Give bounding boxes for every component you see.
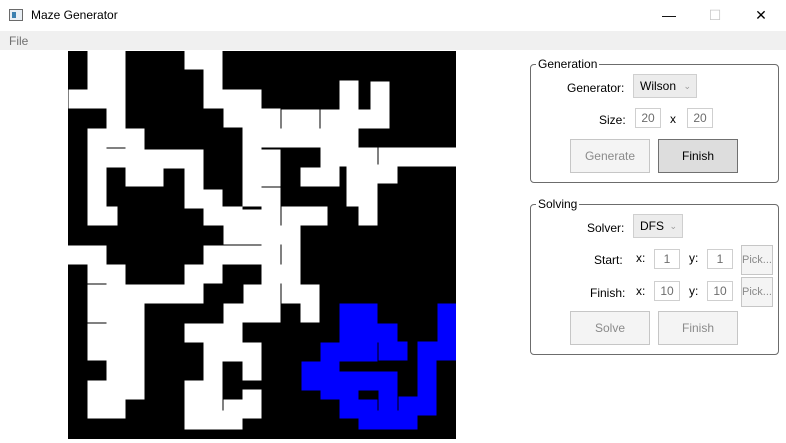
finish-label: Finish: [590,286,626,300]
start-x-input[interactable]: 1 [654,249,680,269]
generator-value: Wilson [640,79,677,93]
generator-select[interactable]: Wilson ⌄ [633,74,697,98]
menu-file[interactable]: File [9,34,28,48]
minimize-button[interactable]: — [646,0,692,31]
start-y-label: y: [689,251,699,265]
finish-pick-button[interactable]: Pick... [741,277,773,307]
window-title: Maze Generator [31,8,118,22]
solving-group-title: Solving [536,197,580,211]
generation-finish-button[interactable]: Finish [658,139,738,173]
size-label: Size: [599,113,626,127]
start-y-input[interactable]: 1 [707,249,733,269]
finish-y-input[interactable]: 10 [707,281,733,301]
solver-value: DFS [640,219,664,233]
size-x-separator: x [670,112,676,126]
finish-x-input[interactable]: 10 [654,281,680,301]
solve-button[interactable]: Solve [570,311,650,345]
solver-label: Solver: [587,221,625,235]
start-x-label: x: [636,251,646,265]
generator-label: Generator: [567,81,625,95]
start-label: Start: [594,253,623,267]
maximize-button[interactable]: ☐ [692,0,738,31]
maze-canvas[interactable] [67,50,466,439]
chevron-down-icon: ⌄ [669,221,677,231]
finish-x-label: x: [636,284,646,298]
generate-button[interactable]: Generate [570,139,650,173]
generation-group-title: Generation [536,57,600,71]
size-width-input[interactable]: 20 [635,108,661,128]
solver-select[interactable]: DFS ⌄ [633,214,683,238]
title-bar: Maze Generator — ☐ ✕ [0,0,786,31]
chevron-down-icon: ⌄ [683,81,691,91]
size-height-input[interactable]: 20 [687,108,713,128]
maze-drawing [67,50,466,439]
close-button[interactable]: ✕ [738,0,784,31]
solving-finish-button[interactable]: Finish [658,311,738,345]
menu-bar: File [0,31,786,50]
start-pick-button[interactable]: Pick... [741,245,773,275]
finish-y-label: y: [689,284,699,298]
app-icon [9,9,23,21]
